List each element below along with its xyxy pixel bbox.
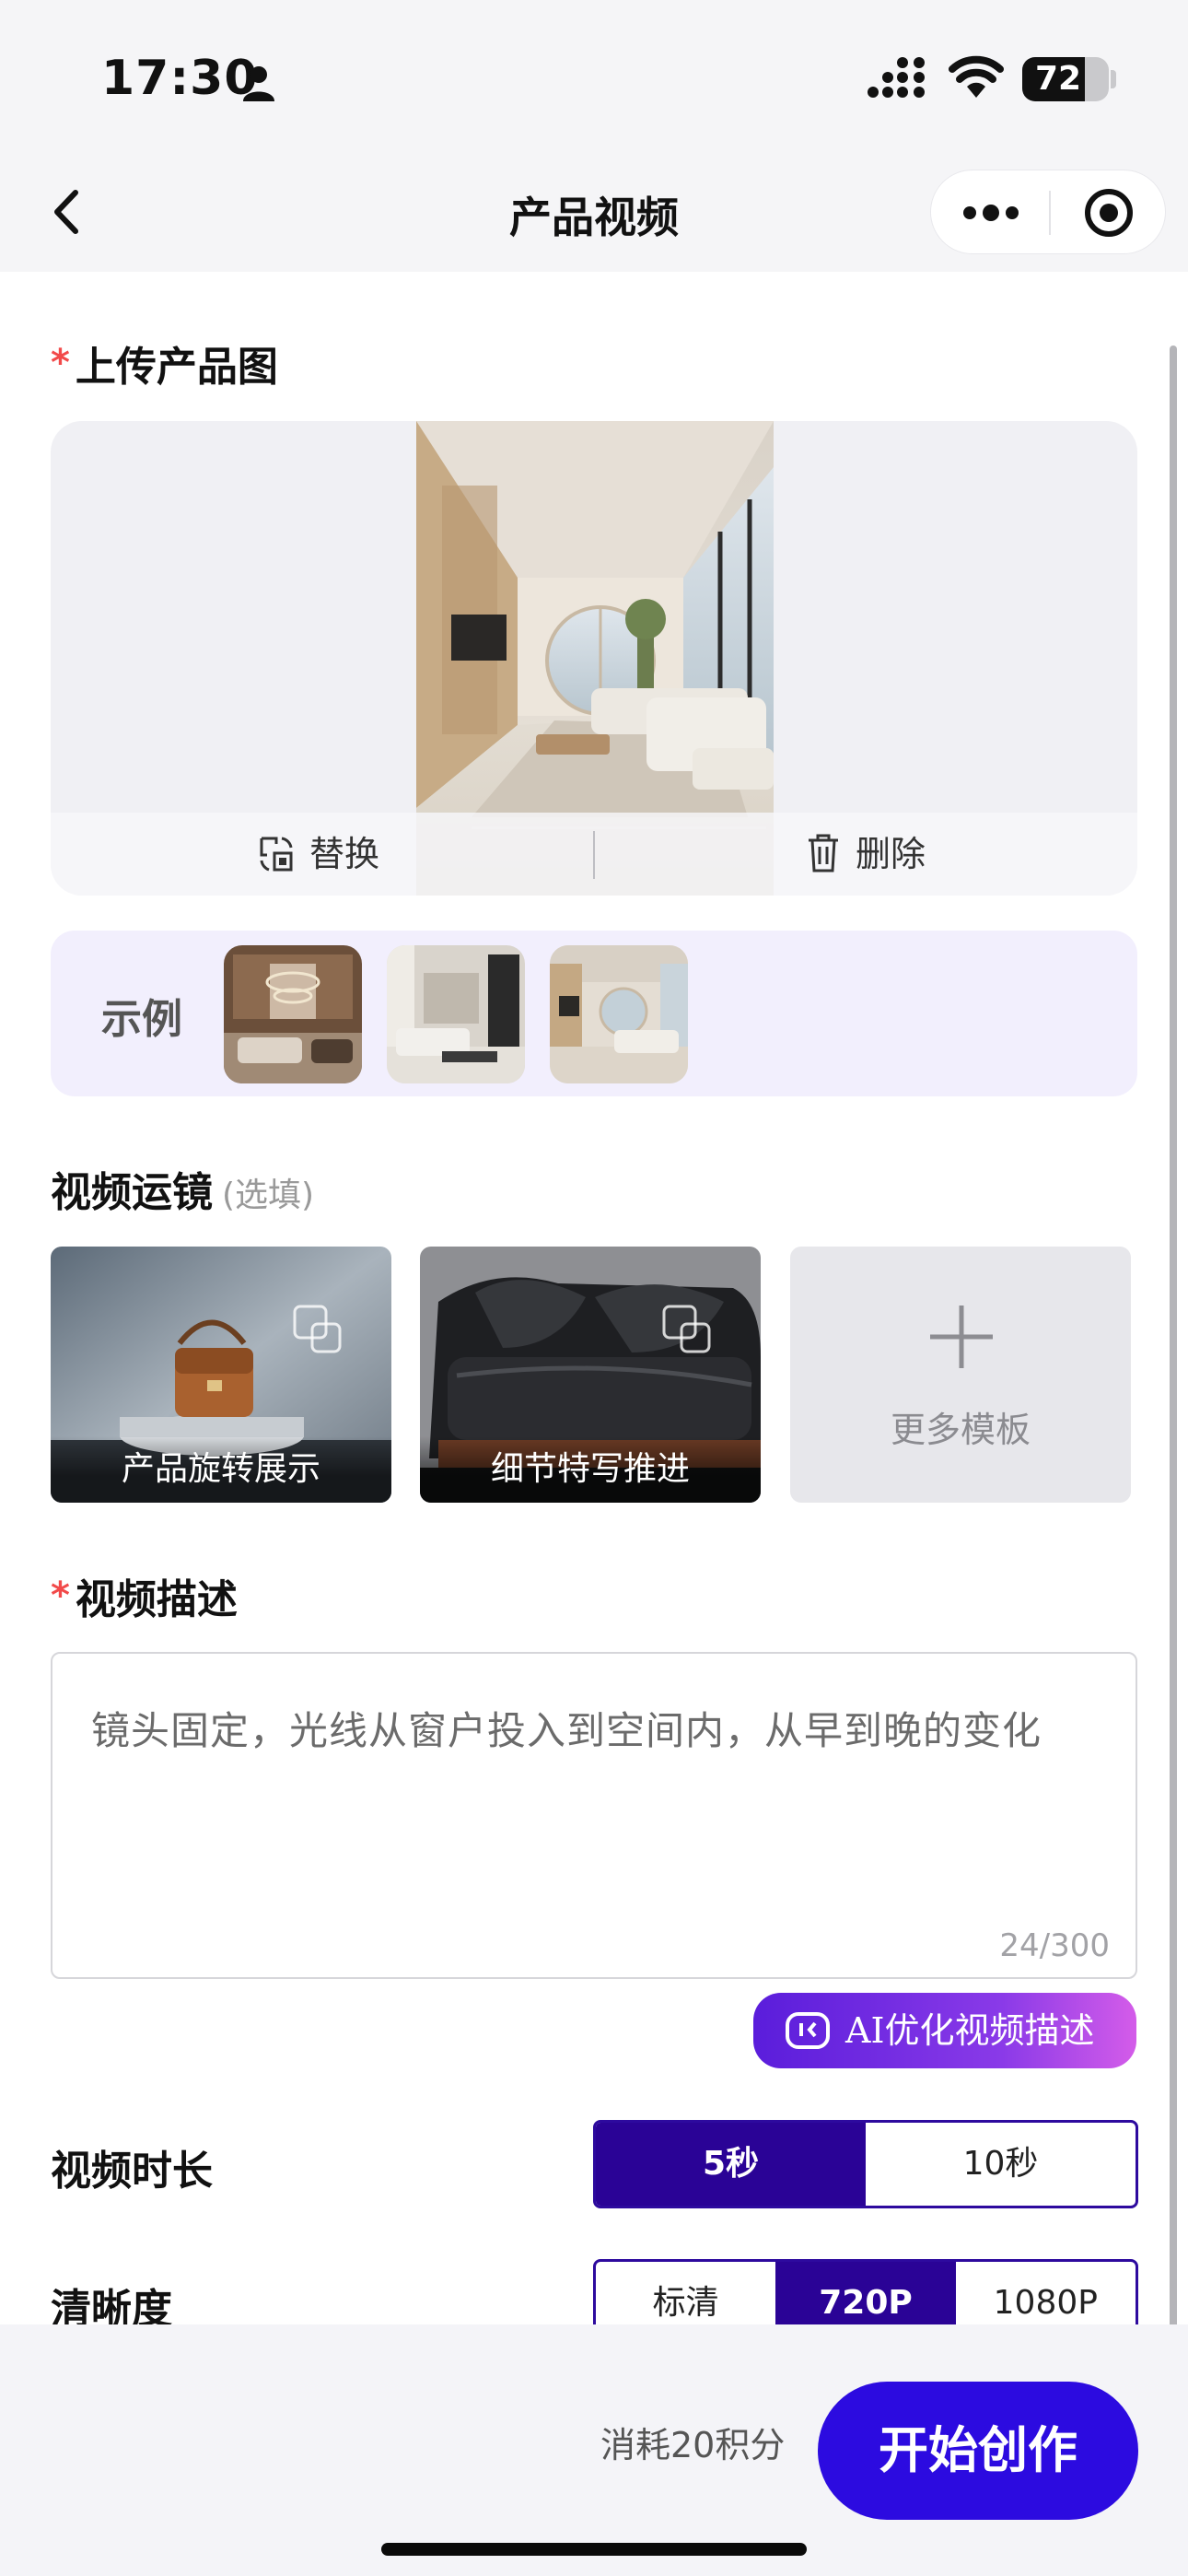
- example-label: 示例: [101, 996, 182, 1043]
- example-bar: 示例: [51, 931, 1137, 1096]
- start-create-button[interactable]: 开始创作: [818, 2382, 1138, 2520]
- camera-section-title: 视频运镜 (选填): [51, 1159, 314, 1218]
- scrollbar[interactable]: [1170, 345, 1177, 2354]
- ai-face-icon: [786, 2012, 830, 2049]
- camera-title-text: 视频运镜: [51, 1169, 213, 1216]
- fullscreen-icon: [293, 1305, 342, 1353]
- mini-program-capsule: [930, 170, 1166, 254]
- upload-title-text: 上传产品图: [75, 344, 278, 391]
- delete-button[interactable]: 删除: [806, 813, 926, 896]
- replace-icon: [260, 837, 293, 872]
- example-thumbnail[interactable]: [224, 945, 362, 1083]
- battery-icon: 72: [1022, 57, 1109, 101]
- cellular-signal-icon: [868, 57, 925, 98]
- home-indicator: [381, 2543, 807, 2556]
- example-thumbnail[interactable]: [387, 945, 525, 1083]
- plus-icon: [930, 1306, 993, 1368]
- battery-cap: [1111, 70, 1116, 88]
- more-templates-label: 更多模板: [890, 1410, 1031, 1450]
- ai-optimize-button[interactable]: AI优化视频描述: [753, 1993, 1136, 2068]
- wifi-icon: [949, 55, 1004, 98]
- upload-actions-bar: 替换 删除: [51, 813, 1137, 896]
- upload-section-title: * 上传产品图: [51, 334, 278, 392]
- person-icon: [243, 66, 274, 101]
- description-section-title: * 视频描述: [51, 1566, 238, 1625]
- fullscreen-icon: [662, 1305, 711, 1353]
- duration-selector: 5秒 10秒: [593, 2120, 1138, 2208]
- battery-level: 72: [1034, 60, 1082, 98]
- template-card-rotate[interactable]: 产品旋转展示: [51, 1247, 391, 1503]
- action-divider: [593, 831, 595, 879]
- description-title-text: 视频描述: [75, 1576, 238, 1623]
- target-circle-icon[interactable]: [1051, 170, 1167, 255]
- status-time: 17:30: [101, 51, 259, 106]
- more-dots-icon[interactable]: [931, 170, 1049, 255]
- duration-option-5s[interactable]: 5秒: [596, 2123, 866, 2206]
- upload-box[interactable]: 替换 删除: [51, 421, 1137, 896]
- duration-label: 视频时长: [51, 2148, 213, 2195]
- more-templates-button[interactable]: 更多模板: [790, 1247, 1131, 1503]
- bottom-action-bar: 消耗20积分 开始创作: [0, 2324, 1188, 2576]
- description-value: 镜头固定，光线从窗户投入到空间内，从早到晚的变化: [91, 1708, 1042, 1753]
- cost-label: 消耗20积分: [600, 2425, 786, 2465]
- trash-icon: [809, 834, 838, 872]
- description-textarea[interactable]: 镜头固定，光线从窗户投入到空间内，从早到晚的变化 24/300: [51, 1652, 1137, 1979]
- template-label: 细节特写推进: [420, 1436, 761, 1503]
- duration-option-10s[interactable]: 10秒: [866, 2123, 1136, 2206]
- template-card-closeup[interactable]: 细节特写推进: [420, 1247, 761, 1503]
- status-bar: 17:30 72: [0, 0, 1188, 157]
- replace-button[interactable]: 替换: [258, 813, 379, 896]
- delete-label: 删除: [856, 834, 926, 874]
- character-count: 24/300: [999, 1927, 1110, 1964]
- optional-label: (选填): [222, 1177, 315, 1214]
- nav-bar: 产品视频: [0, 157, 1188, 272]
- ai-optimize-label: AI优化视频描述: [845, 2010, 1095, 2051]
- example-thumbnail[interactable]: [550, 945, 688, 1083]
- template-label: 产品旋转展示: [51, 1436, 391, 1503]
- replace-label: 替换: [309, 834, 380, 874]
- required-mark: *: [51, 1575, 70, 1617]
- required-mark: *: [51, 342, 70, 384]
